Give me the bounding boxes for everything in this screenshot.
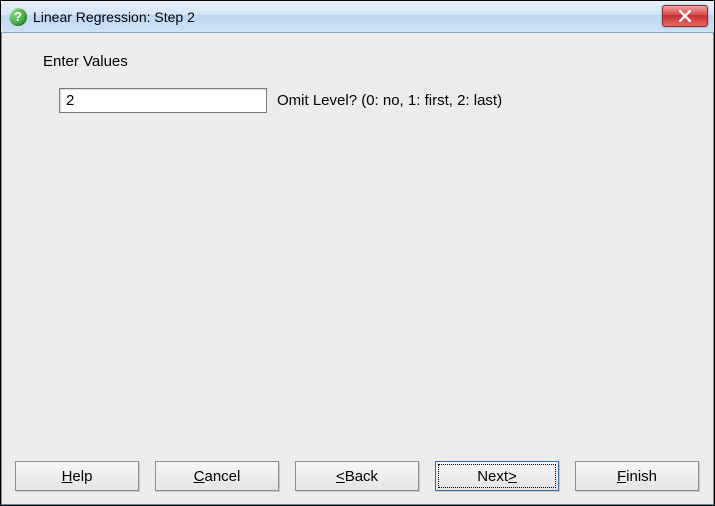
content-area: Enter Values Omit Level? (0: no, 1: firs… <box>1 33 714 455</box>
field-row: Omit Level? (0: no, 1: first, 2: last) <box>59 88 678 113</box>
cancel-button[interactable]: Cancel <box>155 461 279 491</box>
omit-level-input[interactable] <box>59 88 267 113</box>
window-title: Linear Regression: Step 2 <box>33 9 195 25</box>
dialog-window: ? Linear Regression: Step 2 Enter Values… <box>0 0 715 506</box>
close-icon <box>679 10 691 22</box>
titlebar: ? Linear Regression: Step 2 <box>1 1 714 33</box>
omit-level-label: Omit Level? (0: no, 1: first, 2: last) <box>277 92 502 109</box>
finish-button[interactable]: Finish <box>575 461 699 491</box>
back-button[interactable]: < Back <box>295 461 419 491</box>
help-button[interactable]: Help <box>15 461 139 491</box>
button-bar: Help Cancel < Back Next > Finish <box>1 455 714 505</box>
next-button[interactable]: Next > <box>435 461 559 491</box>
section-heading: Enter Values <box>43 53 678 70</box>
help-icon: ? <box>9 8 27 26</box>
close-button[interactable] <box>662 5 708 27</box>
